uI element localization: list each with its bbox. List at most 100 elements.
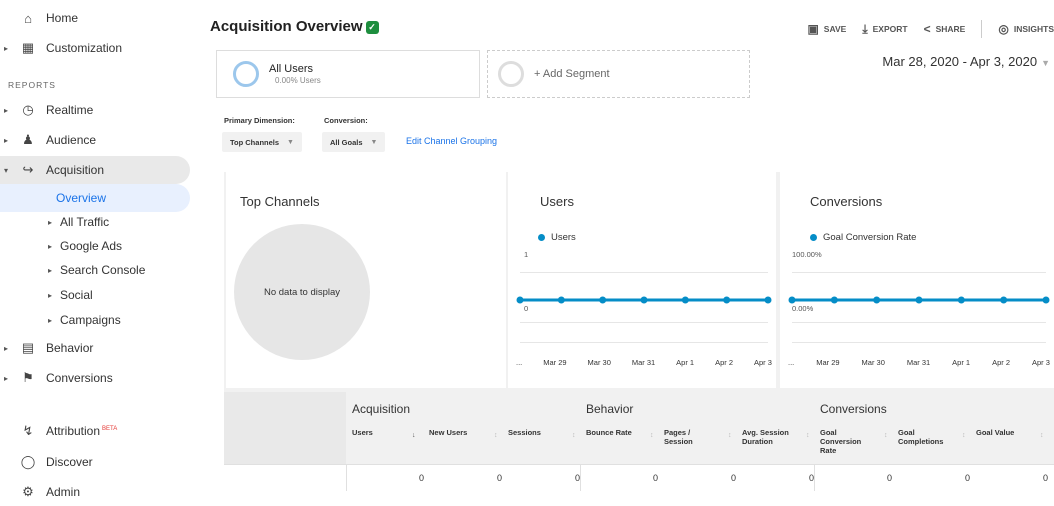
sort-icon[interactable]: ↕: [1040, 432, 1044, 439]
data-point[interactable]: [915, 296, 923, 304]
sort-icon[interactable]: ↕: [650, 432, 654, 439]
column-divider: [580, 464, 581, 491]
date-range-picker[interactable]: Mar 28, 2020 - Apr 3, 2020 ▼: [882, 54, 1050, 69]
nav-realtime[interactable]: ▸ ◷ Realtime: [0, 96, 190, 124]
attribution-text: Attribution: [46, 424, 101, 438]
nav-search-console[interactable]: ▸ Search Console: [0, 256, 190, 284]
page-title-text: Acquisition Overview: [210, 18, 363, 35]
sort-icon[interactable]: ↕: [806, 432, 810, 439]
share-button[interactable]: < SHARE: [924, 22, 966, 36]
lightbulb-icon: ◯: [20, 454, 36, 469]
nav-behavior[interactable]: ▸ ▤ Behavior: [0, 334, 190, 362]
edit-channel-grouping-link[interactable]: Edit Channel Grouping: [406, 136, 497, 146]
insights-button[interactable]: ◎ INSIGHTS: [998, 22, 1054, 36]
nav-acquisition-label: Acquisition: [46, 163, 105, 177]
beta-badge: BETA: [102, 426, 118, 432]
sort-icon[interactable]: ↕: [884, 432, 888, 439]
col-goal-conversion-rate[interactable]: Goal Conversion Rate: [820, 428, 876, 455]
nav-social[interactable]: ▸ Social: [0, 281, 190, 309]
data-point[interactable]: [723, 296, 731, 304]
behavior-icon: ▤: [21, 340, 35, 355]
table-row: 0 0 0 0 0 0 0 0 0: [224, 464, 1054, 491]
nav-overview-label: Overview: [56, 191, 107, 205]
nav-audience[interactable]: ▸ ♟ Audience: [0, 126, 190, 154]
sort-icon[interactable]: ↕: [728, 432, 732, 439]
x-tick-label: ...: [516, 358, 523, 367]
col-users[interactable]: Users: [352, 428, 373, 437]
nav-customization[interactable]: ▸ ▦ Customization: [0, 34, 190, 62]
nav-customization-label: Customization: [46, 41, 123, 55]
segment-all-users[interactable]: All Users 0.00% Users: [216, 50, 480, 98]
col-bounce-rate[interactable]: Bounce Rate: [586, 428, 632, 437]
data-point[interactable]: [1000, 296, 1008, 304]
data-point[interactable]: [516, 296, 524, 304]
add-segment-button[interactable]: + Add Segment: [487, 50, 750, 98]
nav-search-console-label: Search Console: [60, 263, 146, 277]
save-button[interactable]: ▣ SAVE: [807, 22, 846, 36]
top-channels-title: Top Channels: [240, 194, 320, 209]
divider: [981, 20, 983, 38]
caret-right-icon: ▸: [48, 241, 53, 251]
data-point[interactable]: [873, 296, 881, 304]
data-point[interactable]: [957, 296, 965, 304]
x-tick-label: ...: [788, 358, 795, 367]
primary-dimension-select[interactable]: Top Channels ▼: [222, 132, 302, 152]
x-tick-label: Apr 2: [715, 358, 734, 367]
x-tick-label: Mar 31: [906, 358, 931, 367]
caret-right-icon: ▸: [48, 290, 53, 300]
x-tick-label: Mar 29: [816, 358, 840, 367]
report-header: Acquisition Overview ✓ ▣ SAVE ⤓ EXPORT < SHA…: [198, 0, 1054, 56]
sort-icon[interactable]: ↕: [494, 432, 498, 439]
nav-home[interactable]: ⌂ Home: [0, 4, 190, 32]
nav-campaigns[interactable]: ▸ Campaigns: [0, 306, 190, 334]
data-table: Acquisition Behavior Conversions Users ↓…: [224, 392, 1054, 491]
conversion-select[interactable]: All Goals ▼: [322, 132, 386, 152]
export-button[interactable]: ⤓ EXPORT: [862, 22, 907, 37]
clock-icon: ◷: [22, 102, 34, 117]
data-point[interactable]: [640, 296, 648, 304]
column-divider: [346, 464, 347, 491]
flag-icon: ⚑: [22, 370, 34, 385]
add-segment-label: + Add Segment: [534, 68, 610, 80]
segment-percent: 0.00% Users: [275, 76, 321, 85]
data-point[interactable]: [557, 296, 565, 304]
data-point[interactable]: [599, 296, 607, 304]
share-label: SHARE: [935, 24, 966, 34]
data-point[interactable]: [830, 296, 838, 304]
col-new-users[interactable]: New Users: [429, 428, 467, 437]
col-goal-completions[interactable]: Goal Completions: [898, 428, 958, 446]
cell-users: 0: [418, 473, 424, 483]
group-behavior: Behavior: [586, 402, 634, 416]
nav-home-label: Home: [46, 11, 79, 25]
date-range-text: Mar 28, 2020 - Apr 3, 2020: [882, 54, 1038, 69]
sort-icon[interactable]: ↕: [572, 432, 576, 439]
cell-goal-conversion-rate: 0: [886, 473, 892, 483]
data-point[interactable]: [681, 296, 689, 304]
nav-discover[interactable]: ◯ Discover: [0, 448, 190, 476]
cell-bounce-rate: 0: [652, 473, 658, 483]
page-title: Acquisition Overview ✓: [210, 18, 379, 35]
nav-behavior-label: Behavior: [46, 341, 94, 355]
caret-right-icon: ▸: [4, 43, 9, 53]
nav-admin[interactable]: ⚙ Admin: [0, 478, 190, 506]
sort-icon[interactable]: ↕: [962, 432, 966, 439]
nav-realtime-label: Realtime: [46, 103, 94, 117]
top-channels-panel: Top Channels No data to display: [226, 172, 506, 388]
x-tick-label: Apr 1: [952, 358, 971, 367]
sort-down-icon[interactable]: ↓: [412, 432, 416, 439]
nav-conversions[interactable]: ▸ ⚑ Conversions: [0, 364, 190, 392]
data-point[interactable]: [1042, 296, 1050, 304]
col-avg-session-duration[interactable]: Avg. Session Duration: [742, 428, 804, 446]
col-pages-session[interactable]: Pages / Session: [664, 428, 714, 446]
caret-right-icon: ▸: [48, 265, 53, 275]
data-point[interactable]: [788, 296, 796, 304]
users-chart-panel: Users Users 1 0 ... Mar 29 Mar 30 Mar 31 Apr…: [508, 172, 776, 388]
acquisition-icon: ↪: [22, 162, 34, 177]
gear-icon: ⚙: [22, 484, 34, 499]
col-sessions[interactable]: Sessions: [508, 428, 541, 437]
nav-acquisition[interactable]: ▾ ↪ Acquisition: [0, 156, 190, 184]
nav-attribution[interactable]: ↯ Attribution BETA: [0, 417, 190, 445]
data-point[interactable]: [764, 296, 772, 304]
col-goal-value[interactable]: Goal Value: [976, 428, 1014, 437]
group-conversions: Conversions: [820, 402, 887, 416]
